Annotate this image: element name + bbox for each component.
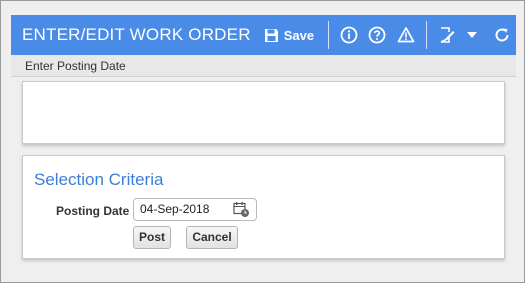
subheader: Enter Posting Date [11, 55, 516, 77]
app-window: ENTER/EDIT WORK ORDER Save Enter Posting… [0, 0, 525, 283]
selection-criteria-panel: Selection Criteria Posting Date 04-Sep-2… [22, 155, 505, 259]
help-icon[interactable] [368, 24, 386, 46]
save-icon [264, 28, 278, 42]
save-label: Save [283, 27, 315, 43]
dropdown-caret-icon[interactable] [466, 24, 478, 46]
title-bar: ENTER/EDIT WORK ORDER Save [11, 15, 516, 55]
calendar-icon[interactable] [233, 201, 250, 223]
page-title: ENTER/EDIT WORK ORDER [22, 25, 251, 44]
toolbar-separator [328, 21, 329, 49]
refresh-icon[interactable] [493, 24, 511, 46]
post-button[interactable]: Post [133, 226, 171, 249]
toolbar-separator [425, 21, 427, 49]
posting-date-label: Posting Date [56, 204, 130, 218]
save-button[interactable]: Save [264, 28, 314, 43]
info-icon[interactable] [340, 24, 358, 46]
section-title: Selection Criteria [34, 170, 164, 189]
warning-icon[interactable] [397, 24, 415, 46]
cancel-button[interactable]: Cancel [186, 226, 238, 249]
empty-panel [22, 81, 505, 144]
edit-note-icon[interactable] [438, 24, 456, 46]
